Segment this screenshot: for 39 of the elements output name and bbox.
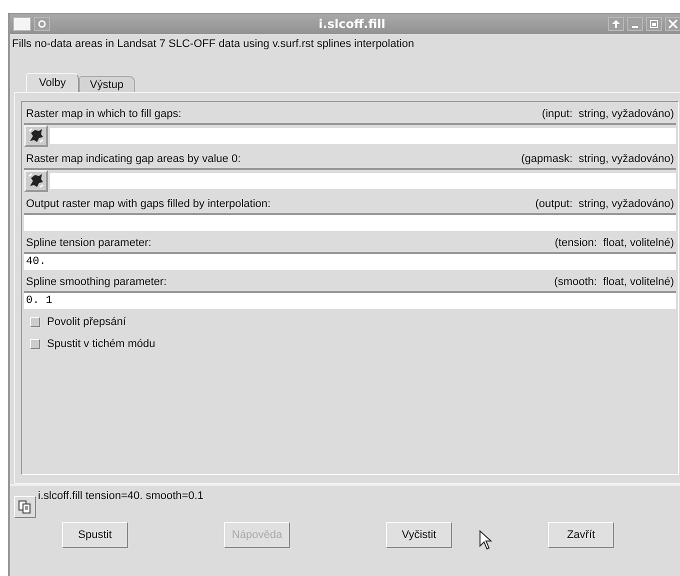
input-field[interactable]: 40.	[24, 254, 676, 270]
checkbox[interactable]	[30, 339, 40, 349]
parameter-label: Raster map indicating gap areas by value 0:	[26, 152, 241, 164]
tab[interactable]: Volby	[26, 73, 79, 92]
maximize-icon[interactable]	[646, 17, 662, 31]
map-icon	[27, 127, 45, 145]
description-text: Fills no-data areas in Landsat 7 SLC-OFF data using v.surf.rst splines interpolation	[11, 37, 416, 52]
parameter-label: Raster map in which to fill gaps:	[26, 108, 182, 120]
parameter-info: (tension: float, volitelné)	[554, 236, 674, 248]
map-picker-button[interactable]	[24, 170, 48, 192]
parameter-label: Spline smoothing parameter:	[26, 276, 167, 288]
input-field[interactable]	[24, 215, 676, 231]
parameter-info: (output: string, vyžadováno)	[535, 198, 674, 210]
parameter-label: Output raster map with gaps filled by interpolation:	[26, 198, 271, 210]
input-field[interactable]: 0. 1	[24, 293, 676, 309]
parameter-info: (smooth: float, volitelné)	[554, 276, 674, 288]
close-icon[interactable]	[665, 17, 680, 31]
copy-button[interactable]	[14, 496, 36, 518]
window-menu-icon[interactable]	[13, 17, 31, 31]
checkbox[interactable]	[30, 317, 40, 327]
checkbox-label: Povolit přepsání	[47, 316, 126, 328]
map-icon	[27, 172, 45, 190]
dialog-button[interactable]: Spustit	[62, 522, 128, 548]
dialog-button[interactable]: Zavřít	[548, 522, 614, 548]
window-title: i.slcoff.fill	[318, 17, 386, 31]
input-field[interactable]	[50, 173, 676, 189]
map-picker-button[interactable]	[24, 125, 48, 147]
raise-icon[interactable]	[608, 17, 624, 31]
cursor-icon	[479, 530, 493, 550]
parameter-label: Spline tension parameter:	[26, 236, 152, 248]
input-field[interactable]	[50, 128, 676, 144]
parameter-info: (gapmask: string, vyžadováno)	[521, 152, 674, 164]
dialog-button[interactable]: Vyčistit	[386, 522, 452, 548]
parameter-info: (input: string, vyžadováno)	[542, 108, 674, 120]
minimize-icon[interactable]	[627, 17, 643, 31]
copy-icon	[18, 500, 32, 514]
tab[interactable]: Výstup	[78, 76, 135, 92]
command-text: i.slcoff.fill tension=40. smooth=0.1	[38, 490, 204, 502]
checkbox-label: Spustit v tichém módu	[47, 338, 156, 350]
